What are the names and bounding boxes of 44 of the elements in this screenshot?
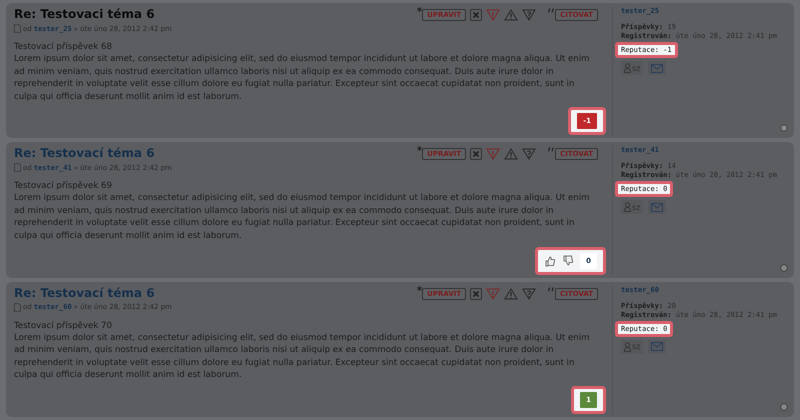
asterisk-icon — [417, 7, 422, 12]
envelope-icon — [651, 342, 664, 352]
envelope-icon — [651, 64, 664, 72]
post-title[interactable]: Re: Testovací téma 6 — [14, 146, 172, 160]
report-icon[interactable] — [486, 288, 500, 300]
post-heading: Testovací příspěvek 69 — [14, 180, 113, 192]
post-heading: Testovací příspěvek 68 — [14, 41, 113, 53]
delete-icon[interactable] — [470, 9, 482, 21]
document-icon — [14, 302, 21, 312]
warning-icon[interactable] — [504, 9, 518, 21]
back-to-top-icon[interactable] — [780, 402, 788, 411]
quote-icon — [548, 286, 556, 292]
email-button[interactable] — [648, 61, 666, 75]
report-icon[interactable] — [486, 148, 500, 160]
question-icon[interactable] — [522, 288, 536, 300]
person-icon — [624, 202, 631, 212]
person-icon — [624, 342, 631, 352]
post-body: Lorem ipsum dolor sit amet, consectetur adipisicing elit, sed do eiusmod tempor incididunt ut labore et dolore magna aliqua. Ut enim ad minim veniam, quis nostrud exercitation ullamco laboris nisi ut aliquip ex ea commodo consequat. Duis aute irure dolor in reprehenderit in voluptate velit esse cillum dolore eu fugiat nulla pariatur. Excepteur sint occaecat cupidatat non proident, sunt in culpa qui officia deserunt mollit anim id est laborum. — [14, 53, 590, 103]
question-icon[interactable] — [522, 9, 536, 21]
post-title: Re: Testovaci téma 6 — [14, 7, 156, 21]
email-button[interactable] — [648, 340, 666, 354]
question-icon[interactable] — [522, 148, 536, 160]
warning-icon[interactable] — [504, 288, 518, 300]
delete-icon[interactable] — [470, 288, 482, 300]
post-body: Lorem ipsum dolor sit amet, consectetur adipisicing elit, sed do eiusmod tempor incididunt ut labore et dolore magna aliqua. Ut enim ad minim veniam, quis nostrud exercitation ullamco laboris nisi ut aliquip ex ea commodo consequat. Duis aute irure dolor in reprehenderit in voluptate velit esse cillum dolore eu fugiat nulla pariatur. Excepteur sint occaecat cupidatat non proident, sunt in culpa qui officia deserunt mollit anim id est laborum. — [14, 192, 590, 242]
thumbs-down-icon[interactable] — [562, 254, 574, 267]
document-icon — [14, 163, 21, 172]
back-to-top-icon[interactable] — [780, 124, 788, 132]
report-icon[interactable] — [486, 9, 500, 21]
thumbs-up-icon[interactable] — [544, 254, 556, 267]
back-to-top-icon[interactable] — [780, 264, 788, 272]
post-body: Lorem ipsum dolor sit amet, consectetur adipisicing elit, sed do eiusmod tempor incididunt ut labore et dolore magna aliqua. Ut enim ad minim veniam, quis nostrud exercitation ullamco laboris nisi ut aliquip ex ea commodo consequat. Duis aute irure dolor in reprehenderit in voluptate velit esse cillum dolore eu fugiat nulla pariatur. Excepteur sint occaecat cupidatat non proident, sunt in culpa qui officia deserunt mollit anim id est laborum. — [14, 332, 590, 382]
asterisk-icon — [417, 286, 422, 291]
document-icon — [14, 24, 21, 33]
post-heading: Testovací příspěvek 70 — [14, 320, 113, 332]
warning-icon[interactable] — [504, 148, 518, 160]
quote-icon — [548, 8, 556, 13]
asterisk-icon — [417, 146, 422, 152]
person-icon — [624, 63, 631, 73]
envelope-icon — [651, 202, 664, 212]
post-title[interactable]: Re: Testovací téma 6 — [14, 286, 172, 300]
quote-icon — [548, 147, 556, 152]
delete-icon[interactable] — [470, 148, 482, 160]
email-button[interactable] — [648, 200, 666, 214]
